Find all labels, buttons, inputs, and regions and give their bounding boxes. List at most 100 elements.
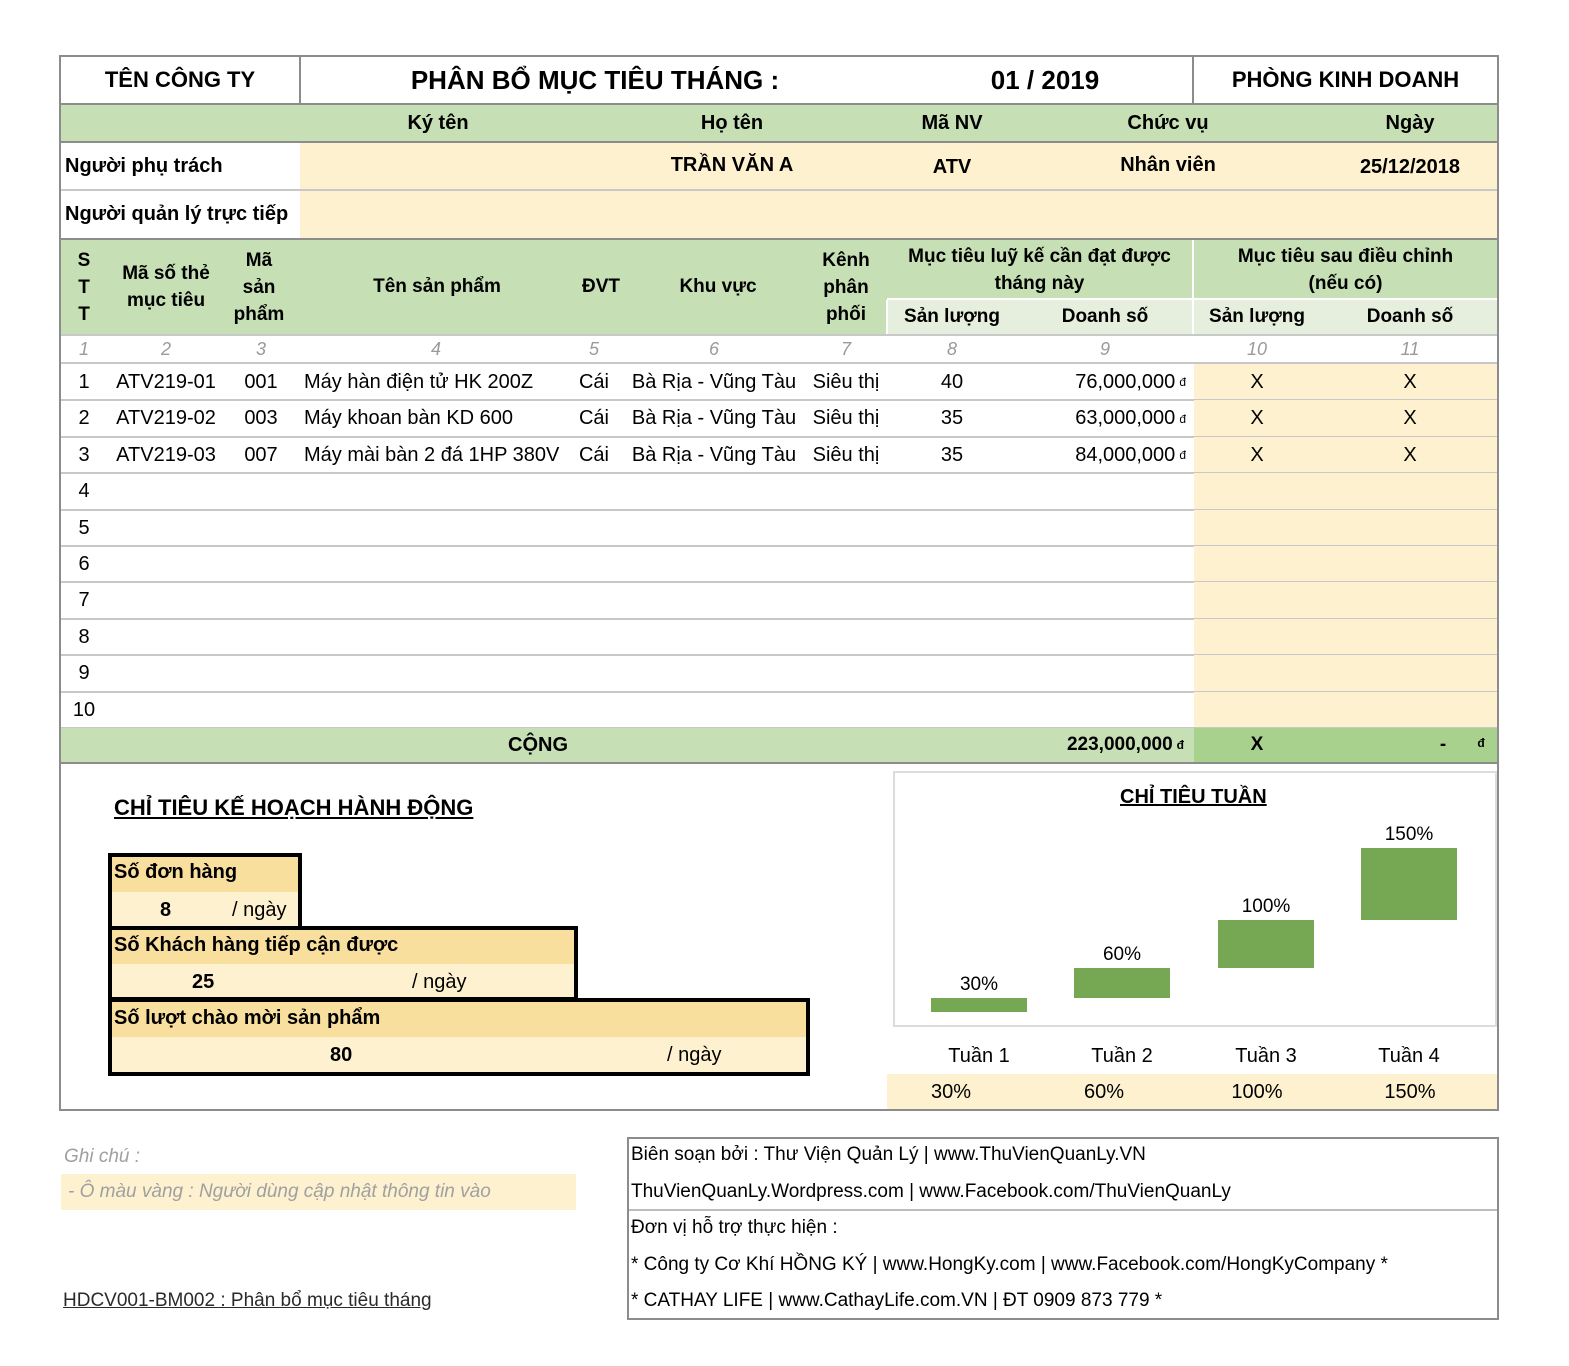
chart-data-label: 60%	[1102, 944, 1142, 965]
person-date[interactable]: 25/12/2018	[1320, 145, 1500, 189]
cell-stt: 10	[62, 692, 106, 728]
person-name[interactable]: TRẦN VĂN A	[580, 143, 884, 187]
column-number: 8	[946, 338, 957, 359]
total-revenue: 223,000,000 đ	[1010, 728, 1188, 762]
cell-revenue-adjusted-value: X	[1403, 407, 1417, 429]
credits-line-1: Biên soạn bởi : Thư Viện Quản Lý | www.T…	[631, 1144, 1146, 1165]
cell-quantity-adjusted[interactable]: X	[1194, 437, 1320, 473]
column-number: 9	[1099, 338, 1110, 359]
cell-quantity-adjusted[interactable]: X	[1194, 400, 1320, 437]
cell-product-code-value: 001	[244, 370, 278, 393]
divider	[61, 762, 1497, 764]
cell-quantity: 35	[887, 400, 1017, 437]
person-id[interactable]: ATV	[885, 145, 1019, 189]
total-quantity-adjusted: X	[1250, 734, 1264, 755]
column-number: 2	[160, 338, 171, 359]
cell-product-name: Máy hàn điện tử HK 200Z	[300, 364, 572, 400]
cell-stt: 1	[62, 364, 106, 400]
th-quantity: Sản lượng	[904, 306, 1000, 327]
cell-channel: Siêu thị	[806, 400, 886, 437]
chart-value-cell: 30%	[930, 1080, 972, 1103]
cell-product-code: 001	[226, 364, 296, 400]
cell-unit-value: Cái	[578, 443, 609, 466]
chart-category-label: Tuần 4	[1378, 1044, 1440, 1067]
cell-quantity-value: 40	[940, 370, 964, 393]
cell-quantity-adjusted-value: X	[1250, 443, 1264, 466]
person-position[interactable]: Nhân viên	[1070, 143, 1266, 187]
cell-stt-value: 2	[78, 407, 90, 429]
th-channel: Kênh phân phối	[822, 249, 870, 325]
chart-category-label: Tuần 2	[1091, 1044, 1153, 1067]
adjusted-input-cell[interactable]	[1194, 692, 1497, 728]
chart-bar	[1074, 968, 1170, 998]
column-number: 1	[78, 338, 89, 359]
adjusted-input-cell[interactable]	[1194, 582, 1497, 619]
adjusted-input-cell[interactable]	[1194, 473, 1497, 510]
row-label-direct-manager: Người quản lý trực tiếp	[65, 203, 289, 225]
column-number: 6	[708, 338, 719, 359]
cell-revenue-adjusted[interactable]: X	[1330, 437, 1490, 473]
th-unit: ĐVT	[582, 276, 620, 297]
cell-quantity: 40	[887, 364, 1017, 400]
divider	[629, 1209, 1497, 1211]
cell-unit-value: Cái	[578, 370, 609, 393]
column-number: 3	[255, 338, 266, 359]
customers-value[interactable]: 25	[192, 971, 214, 994]
cell-channel-value: Siêu thị	[812, 370, 880, 393]
yellow-note: - Ô màu vàng : Người dùng cập nhật thông…	[68, 1181, 491, 1202]
customers-per-day: / ngày	[412, 971, 467, 993]
cell-channel-value: Siêu thị	[812, 443, 880, 466]
cell-target-code: ATV219-03	[106, 437, 226, 473]
chart-data-label: 30%	[959, 974, 999, 995]
cell-revenue-adjusted[interactable]: X	[1330, 364, 1490, 400]
cell-quantity-adjusted[interactable]: X	[1194, 364, 1320, 400]
cell-region-value: Bà Rịa - Vũng Tàu	[631, 443, 797, 466]
cell-revenue-value: 63,000,000	[1075, 407, 1176, 429]
th-revenue-adjusted: Doanh số	[1366, 306, 1454, 327]
cell-revenue-adjusted[interactable]: X	[1330, 400, 1490, 437]
column-number: 7	[840, 338, 851, 359]
cell-product-code: 007	[226, 437, 296, 473]
adjusted-input-cell[interactable]	[1194, 655, 1497, 692]
cell-revenue: 84,000,000 đ	[1020, 437, 1190, 473]
chart-data-label: 100%	[1241, 896, 1291, 917]
total-revenue-adjusted-value: -	[1439, 734, 1447, 755]
cell-unit-value: Cái	[578, 407, 609, 429]
cell-stt-value: 7	[78, 589, 90, 611]
adjusted-input-cell[interactable]	[1194, 510, 1497, 546]
col-id-label: Mã NV	[921, 112, 983, 134]
page-title: PHÂN BỔ MỤC TIÊU THÁNG :	[410, 64, 780, 95]
cell-unit: Cái	[572, 364, 616, 400]
chart-value-cell: 60%	[1083, 1080, 1125, 1103]
adjusted-input-cell[interactable]	[1194, 619, 1497, 655]
th-target-code: Mã số thẻ mục tiêu	[122, 263, 210, 311]
offers-value[interactable]: 80	[330, 1044, 352, 1067]
cell-quantity-adjusted-value: X	[1250, 407, 1264, 429]
cell-region: Bà Rịa - Vũng Tàu	[624, 437, 804, 473]
cell-revenue-adjusted-value: X	[1403, 443, 1417, 466]
currency-symbol: đ	[1176, 738, 1184, 752]
signature-row-2-fill[interactable]	[300, 191, 1497, 238]
cell-stt-value: 6	[78, 552, 90, 575]
th-monthly-target: Mục tiêu luỹ kế cần đạt được tháng này	[908, 246, 1171, 294]
cell-channel-value: Siêu thị	[812, 407, 880, 429]
cell-target-code: ATV219-01	[106, 364, 226, 400]
credits-line-2: ThuVienQuanLy.Wordpress.com | www.Facebo…	[631, 1181, 1231, 1202]
adjusted-input-cell[interactable]	[1194, 546, 1497, 582]
th-product-code: Mã sản phẩm	[233, 249, 285, 325]
company-name: TÊN CÔNG TY	[104, 67, 256, 92]
cell-target-code: ATV219-02	[106, 400, 226, 437]
credits-line-4: * Công ty Cơ Khí HỒNG KÝ | www.HongKy.co…	[631, 1254, 1388, 1275]
customers-value-band[interactable]	[112, 964, 574, 997]
cell-stt-value: 3	[78, 443, 90, 466]
department-name: PHÒNG KINH DOANH	[1231, 67, 1460, 92]
cell-product-code-value: 007	[244, 443, 278, 466]
col-name-label: Họ tên	[700, 112, 764, 134]
col-position-label: Chức vụ	[1127, 112, 1209, 134]
cell-quantity: 35	[887, 437, 1017, 473]
th-product-name: Tên sản phẩm	[373, 276, 501, 297]
orders-value[interactable]: 8	[160, 899, 171, 922]
cell-stt: 5	[62, 510, 106, 546]
chart-bar	[1361, 848, 1457, 920]
target-month: 01 / 2019	[990, 64, 1100, 95]
